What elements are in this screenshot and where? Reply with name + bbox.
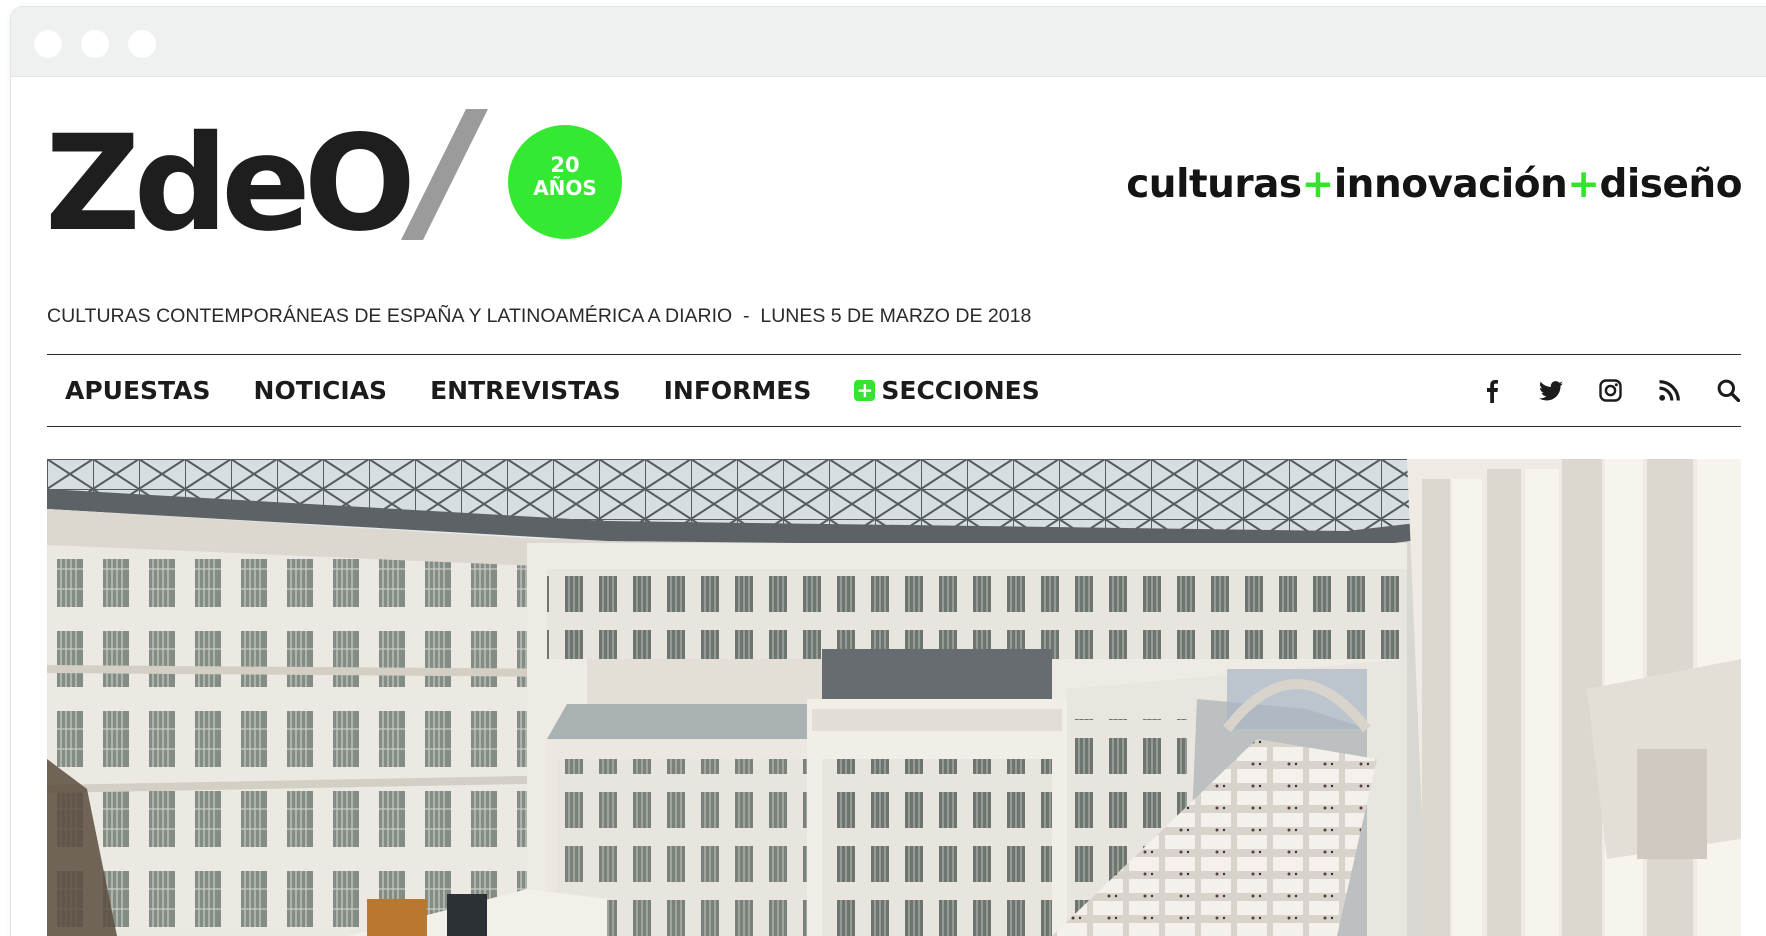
hero-image[interactable] <box>47 459 1741 936</box>
window-minimize-button[interactable] <box>81 30 109 58</box>
social-icons <box>1446 378 1741 404</box>
slogan-plus: + <box>1567 162 1600 207</box>
badge-number: 20 <box>550 153 580 177</box>
slogan-word-culturas: culturas <box>1126 162 1302 207</box>
web-page: ZdeO 20 AÑOS culturas+innovación+diseño … <box>11 78 1766 936</box>
nav-item-apuestas[interactable]: APUESTAS <box>65 376 211 405</box>
site-tagline: CULTURAS CONTEMPORÁNEAS DE ESPAÑA Y LATI… <box>47 305 1032 327</box>
main-nav: APUESTAS NOTICIAS ENTREVISTAS INFORMES +… <box>47 355 1741 426</box>
nav-item-secciones-label: SECCIONES <box>881 376 1040 405</box>
nav-item-secciones[interactable]: + SECCIONES <box>854 376 1040 405</box>
hero-photo-illustration <box>47 459 1741 936</box>
browser-window: ZdeO 20 AÑOS culturas+innovación+diseño … <box>11 7 1766 936</box>
facebook-icon[interactable] <box>1479 378 1505 404</box>
nav-item-entrevistas[interactable]: ENTREVISTAS <box>430 376 621 405</box>
nav-item-informes[interactable]: INFORMES <box>664 376 812 405</box>
instagram-icon[interactable] <box>1597 378 1623 404</box>
plus-icon: + <box>854 380 876 401</box>
nav-bottom-divider <box>47 426 1741 427</box>
twitter-icon[interactable] <box>1538 378 1564 404</box>
anniversary-badge: 20 AÑOS <box>508 125 622 239</box>
window-titlebar <box>11 7 1766 77</box>
logo-slash-icon <box>401 109 488 240</box>
site-slogan: culturas+innovación+diseño <box>1126 162 1742 207</box>
search-icon[interactable] <box>1715 378 1741 404</box>
slogan-word-diseno: diseño <box>1599 162 1742 207</box>
site-logo[interactable]: ZdeO <box>45 118 416 250</box>
nav-item-noticias[interactable]: NOTICIAS <box>254 376 388 405</box>
nav-menu: APUESTAS NOTICIAS ENTREVISTAS INFORMES +… <box>47 376 1083 405</box>
window-close-button[interactable] <box>34 30 62 58</box>
badge-label: AÑOS <box>533 176 597 200</box>
slogan-word-innovacion: innovación <box>1333 162 1568 207</box>
window-maximize-button[interactable] <box>128 30 156 58</box>
rss-icon[interactable] <box>1656 378 1682 404</box>
slogan-plus: + <box>1301 162 1335 207</box>
